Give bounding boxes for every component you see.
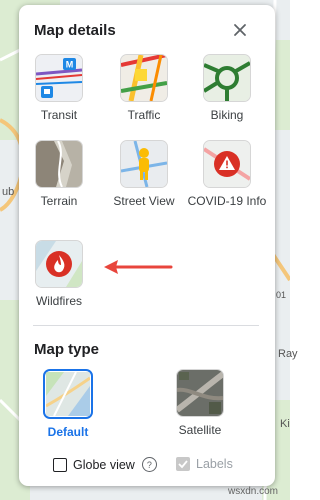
default-map-thumb [43, 369, 93, 419]
detail-covid-info[interactable]: COVID-19 Info [187, 140, 267, 209]
detail-biking[interactable]: Biking [187, 54, 267, 123]
map-place-label-right: Ray [278, 348, 298, 360]
detail-traffic[interactable]: Traffic [104, 54, 184, 123]
close-icon [234, 24, 246, 36]
transit-thumb: M [35, 54, 83, 102]
street-view-thumb [120, 140, 168, 188]
detail-wildfires[interactable]: Wildfires [19, 240, 99, 309]
globe-view-checkbox[interactable] [53, 457, 67, 472]
globe-view-row: Globe view ? [53, 457, 157, 472]
biking-thumb [203, 54, 251, 102]
map-type-satellite[interactable]: Satellite [160, 369, 240, 437]
detail-label-biking: Biking [210, 108, 244, 122]
detail-terrain[interactable]: Terrain [19, 140, 99, 209]
satellite-map-thumb [176, 369, 224, 417]
map-type-default[interactable]: Default [28, 369, 108, 439]
covid-info-thumb [203, 140, 251, 188]
map-road-label: 01 [276, 290, 287, 300]
detail-transit[interactable]: M Transit [19, 54, 99, 123]
detail-label-street-view: Street View [113, 194, 175, 208]
map-details-panel: Map details M Transit Traffic Biking Ter… [19, 5, 275, 486]
traffic-thumb [120, 54, 168, 102]
detail-label-wildfires: Wildfires [35, 294, 82, 308]
panel-title: Map details [34, 22, 116, 39]
detail-street-view[interactable]: Street View [104, 140, 184, 209]
map-type-label-satellite: Satellite [178, 423, 222, 437]
detail-label-covid: COVID-19 Info [187, 194, 267, 208]
terrain-thumb [35, 140, 83, 188]
globe-view-label: Globe view [73, 457, 135, 472]
section-divider [33, 325, 259, 326]
pointer-arrow [104, 260, 173, 274]
map-type-title: Map type [34, 341, 100, 358]
close-button[interactable] [229, 19, 251, 41]
watermark: wsxdn.com [228, 486, 279, 497]
help-icon[interactable]: ? [141, 457, 157, 472]
labels-checkbox[interactable] [176, 457, 190, 471]
map-type-label-default: Default [47, 425, 89, 439]
detail-label-transit: Transit [40, 108, 78, 122]
labels-label: Labels [196, 457, 233, 471]
transit-badge-text: M [66, 60, 74, 70]
wildfires-thumb [35, 240, 83, 288]
map-place-label-right-bottom: Ki [280, 418, 290, 430]
detail-label-terrain: Terrain [40, 194, 78, 208]
map-place-label-left: ub [2, 186, 15, 198]
labels-row: Labels [176, 457, 233, 471]
detail-label-traffic: Traffic [127, 108, 161, 122]
checkmark-icon [178, 460, 188, 469]
